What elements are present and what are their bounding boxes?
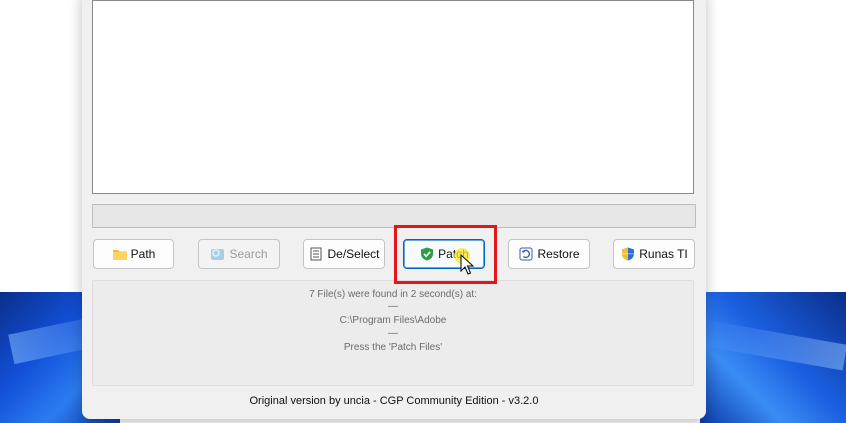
runas-ti-button[interactable]: Runas TI <box>613 239 695 269</box>
progress-bar <box>92 204 696 228</box>
search-icon <box>210 247 226 261</box>
path-button-label: Path <box>130 247 156 261</box>
search-button[interactable]: Search <box>198 239 280 269</box>
restore-button[interactable]: Restore <box>508 239 590 269</box>
credits-footer: Original version by uncia - CGP Communit… <box>249 395 539 407</box>
separator-1: — <box>388 301 398 312</box>
status-info-panel: 7 File(s) were found in 2 second(s) at: … <box>92 280 694 386</box>
shield-check-icon <box>419 247 435 261</box>
folder-icon <box>112 247 128 261</box>
files-found-text: 7 File(s) were found in 2 second(s) at: <box>309 289 477 300</box>
checklist-icon <box>308 247 324 261</box>
separator-2: — <box>388 328 398 339</box>
patch-hint-text: Press the 'Patch Files' <box>343 342 443 353</box>
uac-shield-icon <box>620 247 636 261</box>
path-button[interactable]: Path <box>93 239 174 269</box>
deselect-button-label: De/Select <box>327 247 380 261</box>
wallpaper-bloom-right <box>700 292 846 423</box>
restore-button-label: Restore <box>537 247 580 261</box>
deselect-button[interactable]: De/Select <box>303 239 385 269</box>
runas-ti-button-label: Runas TI <box>639 247 688 261</box>
mouse-pointer-icon <box>460 254 474 275</box>
search-button-label: Search <box>229 247 268 261</box>
log-textbox[interactable] <box>92 0 694 194</box>
target-path-text: C:\Program Files\Adobe <box>339 315 447 326</box>
patcher-window: Path Search De/Select Patch Restore Runa… <box>82 0 706 419</box>
restore-icon <box>518 247 534 261</box>
